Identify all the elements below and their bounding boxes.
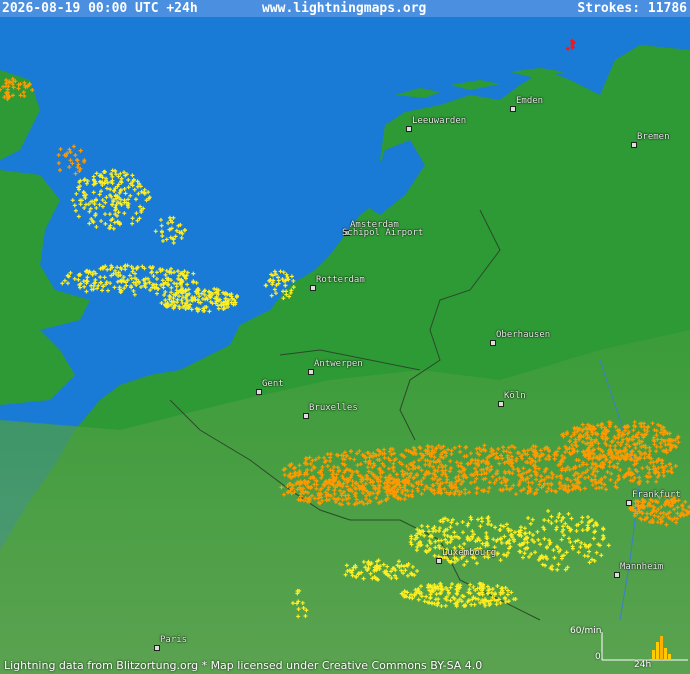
attribution-text[interactable]: Lightning data from Blitzortung.org * Ma… [4,659,482,672]
city-marker [631,142,637,148]
city-label: Leeuwarden [412,116,467,126]
legend-rate: 60/min [570,626,602,636]
city-marker [498,401,504,407]
attribution-footer: Lightning data from Blitzortung.org * Ma… [0,657,690,674]
city-marker [154,645,160,651]
city-label: Köln [504,391,526,401]
city-label: Frankfurt [632,490,681,500]
city-label: Luxembourg [442,548,497,558]
city-marker [614,572,620,578]
city-marker [626,500,632,506]
city-label: Schipol Airport [342,228,424,238]
city-marker [308,369,314,375]
city-label: Emden [516,96,544,106]
city-marker [256,389,262,395]
city-marker [310,285,316,291]
city-label: Gent [262,379,284,389]
city-label: Rotterdam [316,275,365,285]
city-marker [490,340,496,346]
city-label: Oberhausen [496,330,551,340]
city-marker [436,558,442,564]
city-marker [406,126,412,132]
city-label: Bremen [637,132,670,142]
city-label: Antwerpen [314,359,363,369]
city-label: Mannheim [620,562,664,572]
city-marker [303,413,309,419]
datetime-label: 2026-08-19 00:00 UTC +24h [2,1,198,16]
strokes-count: Strokes: 11786 [577,1,687,16]
city-marker [510,106,516,112]
city-label: Paris [160,635,188,645]
status-bar: 2026-08-19 00:00 UTC +24h www.lightningm… [0,0,690,17]
city-label: Bruxelles [309,403,358,413]
lightning-map[interactable]: 2026-08-19 00:00 UTC +24h www.lightningm… [0,0,690,674]
site-link[interactable]: www.lightningmaps.org [262,0,426,17]
map-canvas [0,0,690,674]
